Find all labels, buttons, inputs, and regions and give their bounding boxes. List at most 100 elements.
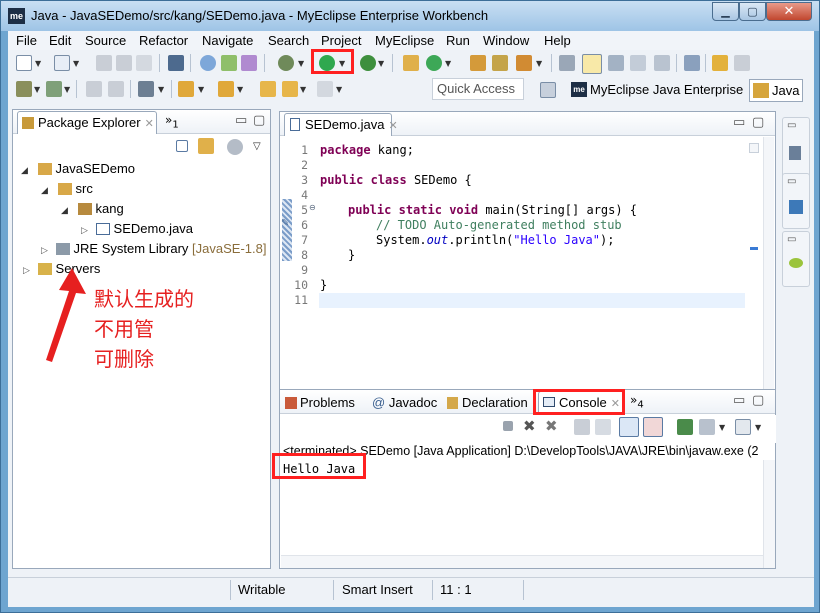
scroll-lock-icon[interactable] (595, 419, 611, 435)
pencil-icon[interactable] (516, 55, 532, 71)
next-annotation-dropdown-icon[interactable]: ▼ (198, 85, 204, 94)
open-console-dropdown-icon[interactable]: ▼ (755, 423, 761, 432)
grid-dropdown-icon[interactable]: ▼ (158, 85, 164, 94)
minimize-view-icon[interactable]: ▭ (235, 113, 247, 128)
menu-file[interactable]: File (16, 33, 37, 48)
focus-icon[interactable] (227, 139, 243, 155)
remove-launch-icon[interactable]: ✖ (523, 417, 536, 435)
forward-icon[interactable] (317, 81, 333, 97)
show-on-error-icon[interactable] (643, 417, 663, 437)
overview-ruler[interactable] (745, 137, 775, 413)
new-class-dropdown-icon[interactable]: ▼ (445, 59, 451, 68)
minimize-view-icon[interactable]: ▭ (733, 115, 745, 130)
menu-window[interactable]: Window (483, 33, 529, 48)
task-overview-marker[interactable] (750, 247, 758, 250)
task-marker-icon[interactable]: ✎ (281, 218, 289, 229)
run-server-icon[interactable] (360, 55, 376, 71)
previous-annotation-dropdown-icon[interactable]: ▼ (237, 85, 243, 94)
close-icon[interactable]: ✕ (388, 120, 397, 132)
open-type-icon[interactable] (200, 55, 216, 71)
new-web-icon[interactable] (46, 81, 62, 97)
wrench-icon[interactable] (86, 81, 102, 97)
debug-dropdown-icon[interactable]: ▼ (298, 59, 304, 68)
forward-dropdown-icon[interactable]: ▼ (336, 85, 342, 94)
code-line-3[interactable]: public class SEDemo { (320, 173, 472, 188)
last-edit-icon[interactable] (260, 81, 276, 97)
maximize-view-icon[interactable]: ▢ (253, 113, 265, 128)
code-line-8[interactable]: } (348, 248, 355, 263)
code-line-6[interactable]: // TODO Auto-generated method stub (376, 218, 622, 233)
remove-all-icon[interactable]: ✖ (545, 417, 558, 435)
pencil-dropdown-icon[interactable]: ▼ (536, 59, 542, 68)
mark-occurrences-icon[interactable] (582, 54, 602, 74)
tab-sedemo-java[interactable]: SEDemo.java ✕ (284, 113, 398, 136)
menu-navigate[interactable]: Navigate (202, 33, 253, 48)
display-console-dropdown-icon[interactable]: ▼ (719, 423, 725, 432)
tree-item-src[interactable]: ◢ src (41, 180, 93, 198)
menu-source[interactable]: Source (85, 33, 126, 48)
back-dropdown-icon[interactable]: ▼ (300, 85, 306, 94)
tab-package-explorer[interactable]: Package Explorer ✕ (17, 111, 157, 134)
tree-item-project[interactable]: ◢ JavaSEDemo (21, 160, 135, 178)
tab-declaration[interactable]: Declaration (444, 393, 528, 413)
close-button[interactable]: ✕ (766, 2, 812, 21)
new-web-dropdown-icon[interactable]: ▼ (64, 85, 70, 94)
tree-item-sedemo-java[interactable]: ▷ SEDemo.java (81, 220, 193, 238)
quick-access-input[interactable]: Quick Access (432, 78, 524, 100)
restore-icon[interactable]: ▭ (787, 234, 805, 252)
horizontal-scrollbar[interactable] (281, 555, 763, 568)
tree-item-kang[interactable]: ◢ kang (61, 200, 124, 218)
menu-refactor[interactable]: Refactor (139, 33, 188, 48)
minimize-view-icon[interactable]: ▭ (733, 393, 745, 408)
new-jsp-icon[interactable] (16, 81, 32, 97)
restore-icon[interactable]: ▭ (787, 176, 805, 194)
new-dropdown-icon[interactable]: ▼ (35, 59, 41, 68)
maximize-view-icon[interactable]: ▢ (752, 115, 764, 130)
collapse-all-icon[interactable] (176, 140, 188, 152)
open-folder-icon[interactable] (470, 55, 486, 71)
view-overflow[interactable]: »4 (630, 393, 644, 410)
link-with-editor-icon[interactable] (198, 138, 214, 154)
view-menu-icon[interactable]: ▽ (253, 141, 261, 152)
vertical-scrollbar[interactable] (763, 137, 774, 413)
menu-help[interactable]: Help (544, 33, 571, 48)
tree-item-jre-library[interactable]: ▷ JRE System Library [JavaSE-1.8] (41, 240, 266, 258)
restore-icon[interactable]: ▭ (787, 120, 805, 138)
menu-run[interactable]: Run (446, 33, 470, 48)
run-server-dropdown-icon[interactable]: ▼ (378, 59, 384, 68)
display-console-icon[interactable] (699, 419, 715, 435)
word-wrap-icon[interactable] (630, 55, 646, 71)
grid-icon[interactable] (138, 81, 154, 97)
new-wizard-icon[interactable] (54, 55, 70, 71)
code-line-1[interactable]: package kang; (320, 143, 414, 158)
pin-console-icon[interactable] (677, 419, 693, 435)
terminate-icon[interactable] (503, 421, 513, 431)
previous-annotation-icon[interactable] (218, 81, 234, 97)
toggle-breadcrumb-icon[interactable] (559, 55, 575, 71)
pin-icon[interactable] (684, 55, 700, 71)
menu-project[interactable]: Project (321, 33, 361, 48)
server-icon[interactable] (241, 55, 257, 71)
vertical-scrollbar[interactable] (763, 460, 775, 568)
clear-console-icon[interactable] (574, 419, 590, 435)
outline-view-icon[interactable] (789, 146, 801, 160)
minimize-button[interactable]: ▁ (712, 2, 739, 21)
hierarchy-view-icon[interactable] (789, 200, 803, 214)
new-jsp-dropdown-icon[interactable]: ▼ (34, 85, 40, 94)
print-icon[interactable] (136, 55, 152, 71)
new-class-icon[interactable] (426, 55, 442, 71)
maximize-button[interactable]: ▢ (739, 2, 766, 21)
maximize-view-icon[interactable]: ▢ (752, 393, 764, 408)
back-history-icon[interactable] (712, 55, 728, 71)
open-console-icon[interactable] (735, 419, 751, 435)
fold-collapse-icon[interactable]: ⊖ (309, 203, 316, 212)
tab-javadoc[interactable]: @ Javadoc (368, 393, 437, 413)
perspective-myeclipse-java-enterprise[interactable]: me MyEclipse Java Enterprise (568, 79, 746, 101)
view-overflow[interactable]: »1 (165, 113, 179, 130)
save-icon[interactable] (96, 55, 112, 71)
forward-history-icon[interactable] (734, 55, 750, 71)
back-icon[interactable] (282, 81, 298, 97)
title-bar[interactable]: me Java - JavaSEDemo/src/kang/SEDemo.jav… (1, 1, 819, 31)
debug-icon[interactable] (278, 55, 294, 71)
new-icon[interactable] (16, 55, 32, 71)
